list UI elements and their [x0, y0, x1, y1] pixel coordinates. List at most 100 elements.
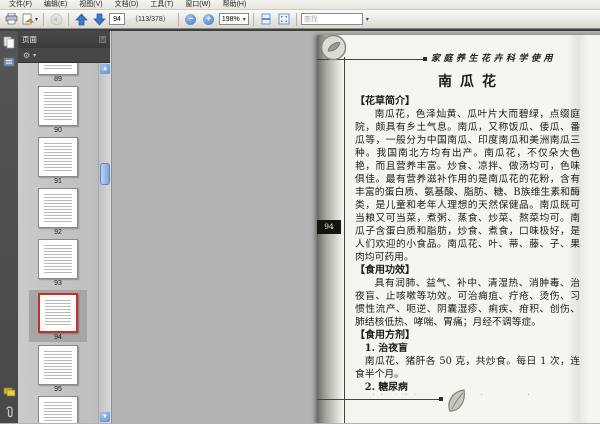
section-heading-recipes: 【食用方剂】: [355, 330, 415, 341]
thumbnail-page-89[interactable]: 89: [31, 63, 85, 83]
scrolling-mode-icon: [261, 13, 271, 25]
chapter-ornament-icon: [320, 34, 347, 61]
thumbnail-page-95[interactable]: 95: [31, 345, 85, 393]
pages-panel-toolbar: ⚙ ▾: [18, 48, 110, 63]
thumbnail-label: 93: [54, 280, 62, 287]
recipe-1-name: 1. 治夜盲: [364, 343, 408, 354]
menu-document[interactable]: 文档(D): [109, 0, 145, 10]
zoom-out-icon: −: [185, 13, 197, 25]
navigation-rail: [0, 31, 18, 423]
toolbar-separator: [68, 12, 70, 26]
leaf-ornament-icon: [448, 389, 465, 412]
thumbnail-image: [38, 345, 78, 385]
next-page-button[interactable]: [91, 12, 107, 27]
previous-page-button[interactable]: [73, 12, 89, 27]
menu-view[interactable]: 视图(V): [73, 0, 108, 10]
recipe-1-line: 南瓜花、猪肝各 50 克，共炒食。每日 1 次，连食半个月。: [355, 356, 580, 380]
page-vertical-rule: [344, 57, 345, 423]
page-number-input[interactable]: [109, 13, 126, 25]
thumbnail-image: [38, 396, 78, 423]
thumbnail-label: 92: [54, 229, 62, 236]
page-bottom-rule: [317, 399, 439, 400]
pdf-reader-window: 文件(F) 编辑(E) 视图(V) 文档(D) 工具(T) 窗口(W) 帮助(H…: [0, 0, 600, 424]
pages-panel-title: 页面: [22, 35, 37, 44]
thumbnail-label: 94: [54, 334, 62, 341]
thumbnail-scrollbar[interactable]: ▲ ▼: [98, 63, 110, 423]
document-view[interactable]: 家庭养生花卉科学使用 94 南瓜花 【花草简介】 南瓜花，色泽灿黄、瓜叶片大而碧…: [112, 31, 600, 423]
panel-options-caret-icon[interactable]: ▾: [33, 52, 36, 59]
scroll-up-icon[interactable]: ▲: [100, 64, 110, 74]
thumbnail-image: [38, 63, 78, 75]
effects-paragraph: 具有润肺、益气、补中、清湿热、消肿毒、治夜盲、止咳嗽等功效。可治痈疽、疔疮、烫伤…: [355, 278, 580, 328]
pages-panel-tab[interactable]: [3, 35, 16, 49]
toolbar-separator: [295, 12, 297, 26]
thumbnail-page-93[interactable]: 93: [31, 239, 85, 287]
zoom-level-select[interactable]: 198% ▾: [218, 13, 249, 25]
panel-options-icon[interactable]: ⚙: [23, 51, 30, 60]
fit-window-icon: [278, 13, 290, 25]
print-icon: [5, 13, 17, 25]
scroll-down-icon[interactable]: ▼: [100, 412, 110, 422]
thumbnail-page-90[interactable]: 90: [31, 86, 85, 134]
comments-panel-tab[interactable]: [3, 385, 16, 399]
export-caret-icon[interactable]: ▾: [35, 16, 38, 23]
section-heading-effects: 【食用功效】: [355, 265, 415, 276]
section-heading-intro: 【花草简介】: [355, 96, 415, 107]
top-rule-bullet: [423, 57, 427, 61]
scanned-book-page: 家庭养生花卉科学使用 94 南瓜花 【花草简介】 南瓜花，色泽灿黄、瓜叶片大而碧…: [317, 34, 600, 423]
zoom-out-button[interactable]: −: [183, 12, 199, 27]
thumbnail-page-94-selected[interactable]: 94: [29, 290, 87, 342]
menu-help[interactable]: 帮助(H): [217, 0, 253, 10]
menu-edit[interactable]: 编辑(E): [38, 0, 73, 10]
scrolling-mode-button[interactable]: [258, 12, 274, 27]
thumbnail-image: [38, 86, 78, 126]
zoom-in-button[interactable]: +: [201, 12, 217, 27]
thumbnail-image: [38, 188, 78, 228]
menu-bar: 文件(F) 编辑(E) 视图(V) 文档(D) 工具(T) 窗口(W) 帮助(H…: [0, 0, 600, 10]
zoom-in-icon: +: [203, 13, 215, 25]
bottom-rule-bullet: [439, 397, 443, 401]
menu-tools[interactable]: 工具(T): [144, 0, 179, 10]
panel-close-button[interactable]: ×: [99, 36, 106, 43]
menu-window[interactable]: 窗口(W): [179, 0, 216, 10]
pages-panel-header: 页面 ×: [18, 31, 110, 48]
export-icon: [22, 13, 34, 25]
thumbnail-page-91[interactable]: 91: [31, 137, 85, 185]
toolbar-separator: [177, 12, 179, 26]
toolbar: ▾ （113/378） − + 198%: [0, 10, 600, 29]
page-count-label: （113/378）: [131, 16, 170, 23]
comments-icon: [3, 387, 15, 397]
thumbnail-column: 89 90 91 92 93 94 95: [18, 63, 98, 423]
page-down-icon: [92, 13, 106, 26]
zoom-level-value: 198%: [221, 15, 240, 23]
article-body: 【花草简介】 南瓜花，色泽灿黄、瓜叶片大而碧绿，点缀庭院，颇具有乡土气息。南瓜，…: [355, 95, 580, 395]
article-title: 南瓜花: [438, 74, 504, 90]
bookmarks-panel-tab[interactable]: [3, 55, 16, 69]
thumbnail-label: 95: [54, 386, 62, 393]
thumbnail-label: 89: [54, 76, 62, 83]
thumbnail-label: 91: [54, 178, 62, 185]
export-button[interactable]: ▾: [21, 12, 39, 27]
find-caret-icon[interactable]: ▾: [366, 16, 369, 23]
toolbar-separator: [43, 12, 45, 26]
menu-file[interactable]: 文件(F): [3, 0, 38, 10]
page-number-tab: 94: [317, 220, 341, 234]
thumbnail-page-96[interactable]: 96: [31, 396, 85, 423]
pages-icon: [3, 36, 15, 48]
rail-bottom-tabs: [0, 385, 18, 419]
fit-window-button[interactable]: [276, 12, 292, 27]
pages-panel: 页面 × ⚙ ▾ 89 90 91 92 93 94 95 ▲ ▼: [18, 31, 110, 423]
thumbnail-label: 90: [54, 127, 62, 134]
thumbnail-image: [38, 293, 78, 333]
content-area: 页面 × ⚙ ▾ 89 90 91 92 93 94 95 ▲ ▼ 家庭养生花卉…: [0, 29, 600, 423]
thumbnail-image: [38, 239, 78, 279]
thumbnail-page-92[interactable]: 92: [31, 188, 85, 236]
find-input[interactable]: [300, 13, 363, 25]
page-up-icon: [74, 12, 88, 25]
thumbnail-list: 89 90 91 92 93 94 95 ▲ ▼: [18, 63, 110, 423]
running-head: 家庭养生花卉科学使用: [431, 54, 557, 64]
print-button[interactable]: [3, 12, 19, 27]
scrollbar-thumb[interactable]: [100, 163, 110, 185]
previous-view-button[interactable]: [48, 12, 64, 27]
attachments-panel-tab[interactable]: [3, 405, 16, 419]
